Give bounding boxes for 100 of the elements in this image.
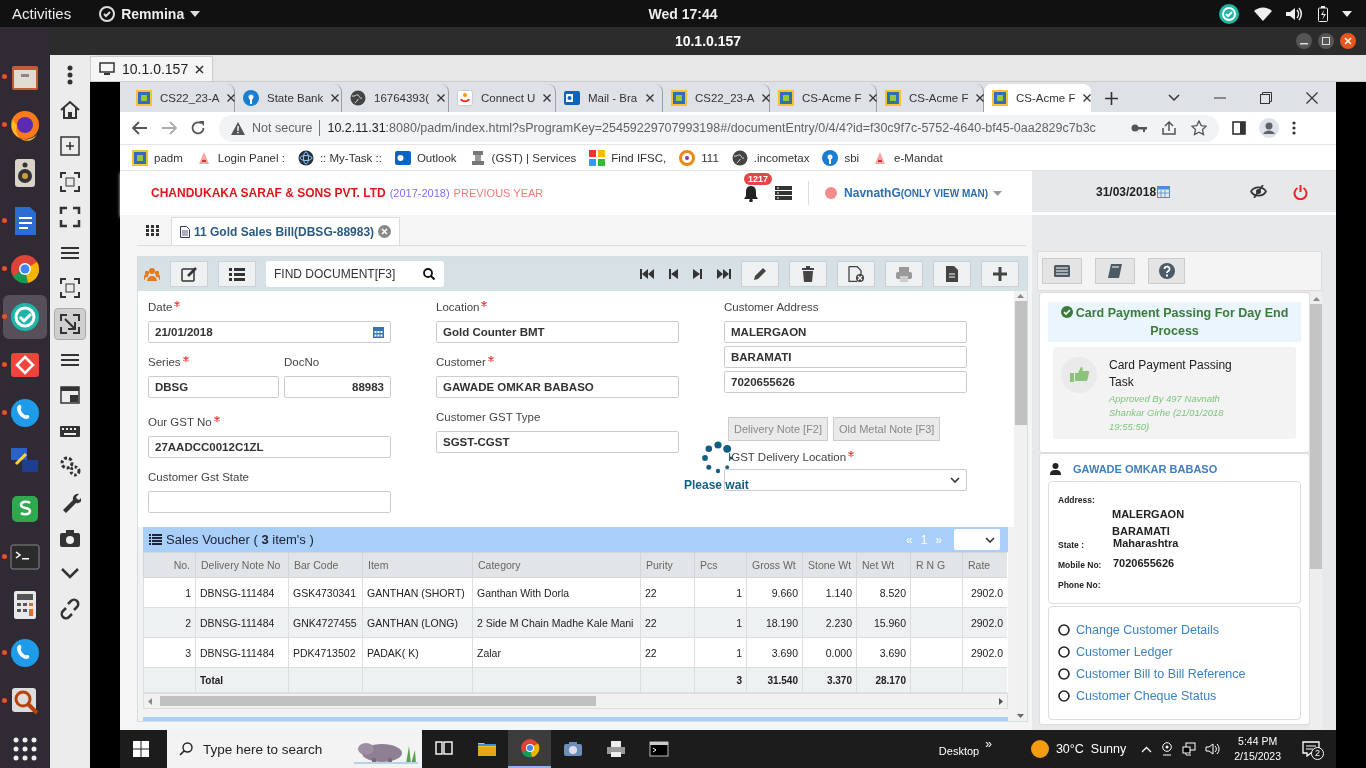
- more-icon[interactable]: [1292, 121, 1296, 135]
- close-icon[interactable]: [976, 94, 985, 102]
- first-page-icon[interactable]: [640, 269, 654, 279]
- close-icon[interactable]: [331, 94, 340, 102]
- reload-icon[interactable]: [190, 120, 206, 136]
- bookmark[interactable]: Outlook: [394, 149, 457, 166]
- home-icon[interactable]: [59, 99, 81, 122]
- maximize-icon[interactable]: [1318, 33, 1334, 49]
- customer-link[interactable]: Customer Cheque Status: [1076, 689, 1217, 703]
- input-field[interactable]: GAWADE OMKAR BABASO: [436, 376, 679, 398]
- bookmark[interactable]: padm: [132, 149, 183, 166]
- browser-tab[interactable]: CS-Acme F: [984, 84, 1091, 112]
- search-field[interactable]: FIND DOCUMENT[F3]: [266, 261, 444, 287]
- scroll-right-icon[interactable]: [999, 697, 1003, 705]
- book-button[interactable]: [1095, 258, 1135, 284]
- scrollbar[interactable]: [1014, 291, 1027, 721]
- column-header[interactable]: Delivery Note No: [195, 552, 289, 578]
- dropdown[interactable]: [724, 469, 967, 491]
- input-field[interactable]: 7020655626: [724, 371, 967, 393]
- browser-tab[interactable]: 16764393(: [342, 84, 449, 112]
- fullscreen-icon[interactable]: [59, 206, 81, 229]
- bookmark[interactable]: e-Mandat: [872, 149, 943, 166]
- page-size-dropdown[interactable]: [954, 529, 1000, 550]
- browser-tab[interactable]: CS-Acme F: [877, 84, 984, 112]
- bookmark[interactable]: 111: [679, 149, 719, 166]
- help-button[interactable]: [1148, 258, 1185, 284]
- disconnect-icon[interactable]: [59, 597, 81, 620]
- close-icon[interactable]: [543, 94, 552, 102]
- column-header[interactable]: Rate: [962, 552, 1007, 578]
- scrollbar-thumb[interactable]: [160, 696, 596, 706]
- scroll-down-icon[interactable]: [1017, 714, 1024, 718]
- column-header[interactable]: R N G: [910, 552, 963, 578]
- radio-icon[interactable]: [1058, 690, 1070, 702]
- chrome-icon[interactable]: [8, 252, 42, 286]
- last-page-icon[interactable]: [717, 269, 731, 279]
- chevron-up-icon[interactable]: [1141, 745, 1153, 753]
- minimize-icon[interactable]: [1296, 33, 1312, 49]
- column-header[interactable]: Bar Code: [288, 552, 363, 578]
- desktop-toolbar[interactable]: Desktop: [938, 737, 980, 757]
- previous-icon[interactable]: [669, 269, 678, 279]
- fit-window-icon[interactable]: [59, 277, 81, 300]
- volume-icon[interactable]: [1286, 6, 1304, 21]
- profile-icon[interactable]: [1259, 118, 1279, 138]
- phone-icon[interactable]: [8, 396, 42, 430]
- column-header[interactable]: No.: [143, 552, 196, 578]
- close-icon[interactable]: [869, 94, 878, 102]
- toolbar-button[interactable]: [54, 308, 86, 340]
- star-icon[interactable]: [1191, 120, 1207, 136]
- scroll-left-icon[interactable]: [148, 697, 152, 705]
- connection-tab[interactable]: 10.1.0.157: [90, 56, 214, 81]
- input-field[interactable]: 27AADCC0012C1ZL: [148, 436, 391, 458]
- close-icon[interactable]: [1306, 92, 1318, 104]
- windows-icon[interactable]: [59, 384, 81, 407]
- calendar-icon[interactable]: [1157, 185, 1171, 198]
- close-icon[interactable]: [646, 94, 654, 102]
- close-icon[interactable]: [437, 94, 445, 102]
- scrollbar[interactable]: [143, 693, 1008, 709]
- delete-button[interactable]: [789, 261, 827, 287]
- restore-icon[interactable]: [1260, 92, 1272, 104]
- settings-icon[interactable]: [59, 455, 81, 478]
- column-header[interactable]: Gross Wt: [746, 552, 803, 578]
- browser-tab[interactable]: Connect U: [449, 84, 556, 112]
- add-button[interactable]: [981, 261, 1019, 287]
- cancel-document-button[interactable]: [837, 261, 875, 287]
- remmina-tray-icon[interactable]: [1218, 2, 1240, 25]
- edit-button[interactable]: [170, 261, 208, 287]
- browser-tab[interactable]: CS22_23-A: [663, 84, 770, 112]
- input-field[interactable]: SGST-CGST: [436, 431, 679, 453]
- key-icon[interactable]: [1131, 123, 1147, 133]
- close-icon[interactable]: [195, 64, 205, 74]
- list-button[interactable]: [218, 261, 256, 287]
- customer-link[interactable]: Change Customer Details: [1076, 623, 1220, 637]
- date-field[interactable]: 21/01/2018: [148, 321, 391, 343]
- scrollbar-thumb[interactable]: [1014, 301, 1027, 425]
- scrollbar-thumb[interactable]: [1310, 304, 1322, 569]
- bookmark[interactable]: sbi: [822, 149, 860, 166]
- activities-button[interactable]: Activities: [12, 5, 72, 22]
- eye-slash-icon[interactable]: [1250, 185, 1268, 198]
- radio-icon[interactable]: [1058, 668, 1070, 680]
- scrollbar[interactable]: [1310, 292, 1322, 730]
- browser-tab[interactable]: Mail - Bra: [556, 84, 663, 112]
- bookmark[interactable]: Find IFSC,: [589, 149, 667, 166]
- close-icon[interactable]: [1340, 33, 1356, 49]
- customer-link[interactable]: Customer Ledger: [1076, 645, 1173, 659]
- scroll-up-icon[interactable]: [1017, 294, 1024, 298]
- server-icon[interactable]: [775, 186, 793, 200]
- grid-menu-icon[interactable]: [146, 225, 159, 236]
- browser-tab[interactable]: CS-Acme F: [770, 84, 877, 112]
- phone-icon[interactable]: [8, 636, 42, 670]
- column-header[interactable]: Purity: [640, 552, 695, 578]
- input-field[interactable]: MALERGAON: [724, 321, 967, 343]
- power-icon[interactable]: [1293, 183, 1309, 200]
- wifi-icon[interactable]: [1254, 6, 1272, 21]
- radio-icon[interactable]: [1058, 646, 1070, 658]
- input-field[interactable]: Gold Counter BMT: [436, 321, 679, 343]
- firefox-icon[interactable]: [8, 108, 42, 142]
- close-icon[interactable]: [762, 94, 771, 102]
- bell-icon[interactable]: [743, 184, 760, 202]
- column-header[interactable]: Net Wt: [856, 552, 911, 578]
- radio-icon[interactable]: [1058, 624, 1070, 636]
